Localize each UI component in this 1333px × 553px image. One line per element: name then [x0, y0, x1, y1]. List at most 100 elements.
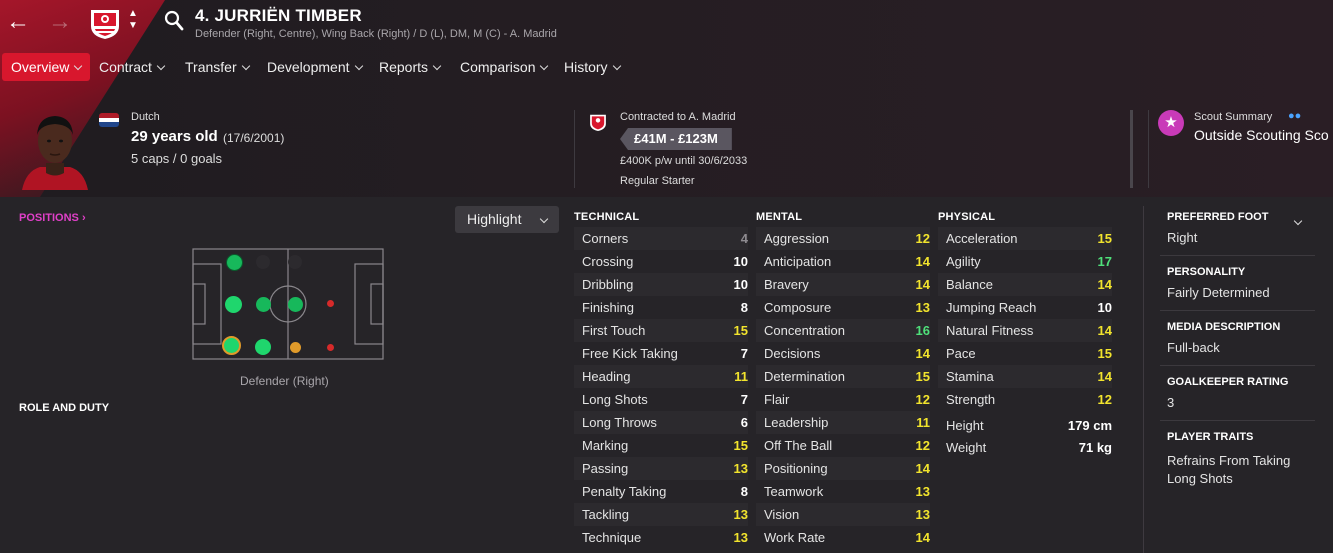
- position-marker[interactable]: [327, 300, 334, 307]
- attribute-row[interactable]: Stamina 14: [938, 365, 1112, 388]
- attribute-row[interactable]: Bravery 14: [756, 273, 930, 296]
- attribute-row[interactable]: Composure 13: [756, 296, 930, 319]
- position-marker[interactable]: [256, 297, 271, 312]
- attribute-name: Flair: [764, 392, 790, 407]
- attribute-name: Marking: [582, 438, 629, 453]
- attribute-name: Long Shots: [582, 392, 648, 407]
- attribute-value: 7: [740, 392, 748, 407]
- tab-label: Overview: [11, 59, 70, 75]
- attribute-value: 12: [915, 438, 930, 453]
- club-crest-icon[interactable]: [89, 6, 121, 40]
- attribute-value: 7: [740, 346, 748, 361]
- scrollbar[interactable]: [1130, 110, 1133, 188]
- position-marker[interactable]: [290, 342, 301, 353]
- tab-comparison[interactable]: Comparison: [460, 53, 549, 81]
- positions-header[interactable]: POSITIONS ›: [19, 212, 86, 224]
- attribute-row[interactable]: Balance 14: [938, 273, 1112, 296]
- position-marker[interactable]: [327, 344, 334, 351]
- attribute-value: 13: [733, 461, 748, 476]
- attribute-row[interactable]: Marking 15: [574, 434, 748, 457]
- attribute-row[interactable]: Free Kick Taking 7: [574, 342, 748, 365]
- attribute-row[interactable]: Teamwork 13: [756, 480, 930, 503]
- chevron-down-icon: [74, 61, 83, 71]
- attribute-row[interactable]: Corners 4: [574, 227, 748, 250]
- attribute-value: 13: [915, 507, 930, 522]
- chevron-down-icon: [156, 61, 166, 71]
- caps-value: 5 caps / 0 goals: [131, 151, 223, 166]
- wage-value: £400K p/w until 30/6/2033: [620, 155, 748, 167]
- attribute-row[interactable]: Pace 15: [938, 342, 1112, 365]
- attribute-name: Work Rate: [764, 530, 826, 545]
- position-marker[interactable]: [225, 296, 242, 313]
- tab-label: Development: [267, 59, 350, 75]
- attribute-row[interactable]: Passing 13: [574, 457, 748, 480]
- tab-transfer[interactable]: Transfer: [185, 53, 250, 81]
- attribute-row[interactable]: Anticipation 14: [756, 250, 930, 273]
- attribute-name: First Touch: [582, 323, 646, 338]
- attribute-row[interactable]: Determination 15: [756, 365, 930, 388]
- attribute-row[interactable]: Flair 12: [756, 388, 930, 411]
- attribute-row[interactable]: Positioning 14: [756, 457, 930, 480]
- player-trait[interactable]: Long Shots: [1167, 471, 1233, 486]
- attribute-name: Anticipation: [764, 254, 832, 269]
- attribute-name: Heading: [582, 369, 631, 384]
- player-trait[interactable]: Refrains From Taking: [1167, 453, 1290, 468]
- chevron-down-icon[interactable]: [1293, 211, 1303, 229]
- forward-arrow-icon[interactable]: →: [48, 8, 72, 36]
- search-icon[interactable]: [164, 10, 184, 32]
- attribute-row[interactable]: Technique 13: [574, 526, 748, 549]
- tab-reports[interactable]: Reports: [379, 53, 442, 81]
- position-marker[interactable]: [226, 254, 243, 271]
- preferred-foot-value: Right: [1167, 230, 1198, 245]
- attribute-row[interactable]: Jumping Reach 10: [938, 296, 1112, 319]
- attribute-value: 11: [916, 415, 930, 430]
- attribute-row[interactable]: Concentration 16: [756, 319, 930, 342]
- attribute-row[interactable]: Vision 13: [756, 503, 930, 526]
- highlight-dropdown[interactable]: Highlight: [455, 206, 559, 233]
- tab-contract[interactable]: Contract: [99, 53, 166, 81]
- attribute-row[interactable]: Dribbling 10: [574, 273, 748, 296]
- attribute-value: 14: [1097, 277, 1112, 292]
- attribute-row[interactable]: Leadership 11: [756, 411, 930, 434]
- player-avatar: [22, 116, 88, 190]
- position-marker-selected[interactable]: [222, 336, 241, 355]
- attribute-value: 14: [915, 530, 930, 545]
- tab-history[interactable]: History: [564, 53, 621, 81]
- attribute-row[interactable]: Crossing 10: [574, 250, 748, 273]
- attribute-name: Acceleration: [946, 231, 1018, 246]
- tab-label: Comparison: [460, 59, 536, 75]
- attribute-row[interactable]: Finishing 8: [574, 296, 748, 319]
- tab-development[interactable]: Development: [267, 53, 363, 81]
- attribute-row[interactable]: Strength 12: [938, 388, 1112, 411]
- attribute-value: 17: [1097, 254, 1112, 269]
- attribute-name: Balance: [946, 277, 993, 292]
- attribute-row[interactable]: Decisions 14: [756, 342, 930, 365]
- attribute-row[interactable]: Aggression 12: [756, 227, 930, 250]
- physical-title: PHYSICAL: [938, 211, 996, 223]
- attribute-row[interactable]: Natural Fitness 14: [938, 319, 1112, 342]
- attribute-row[interactable]: Long Throws 6: [574, 411, 748, 434]
- attribute-name: Passing: [582, 461, 629, 476]
- back-arrow-icon[interactable]: ←: [6, 8, 30, 36]
- personality-value: Fairly Determined: [1167, 285, 1270, 300]
- value-tag[interactable]: £41M - £123M: [620, 128, 732, 150]
- attribute-row[interactable]: First Touch 15: [574, 319, 748, 342]
- attribute-value: 14: [915, 461, 930, 476]
- attribute-row[interactable]: Long Shots 7: [574, 388, 748, 411]
- attribute-row[interactable]: Tackling 13: [574, 503, 748, 526]
- player-header: ← → ▲ ▼ 4. JURRIËN TIMBER Defender (Right…: [0, 0, 1333, 197]
- weight-row: Weight 71 kg: [938, 436, 1112, 459]
- tab-overview[interactable]: Overview: [2, 53, 91, 81]
- attribute-row[interactable]: Penalty Taking 8: [574, 480, 748, 503]
- attribute-name: Concentration: [764, 323, 845, 338]
- attribute-row[interactable]: Off The Ball 12: [756, 434, 930, 457]
- tab-label: Reports: [379, 59, 429, 75]
- attribute-row[interactable]: Agility 17: [938, 250, 1112, 273]
- attribute-row[interactable]: Heading 11: [574, 365, 748, 388]
- attribute-row[interactable]: Acceleration 15: [938, 227, 1112, 250]
- attribute-row[interactable]: Work Rate 14: [756, 526, 930, 549]
- position-marker[interactable]: [288, 297, 303, 312]
- player-switch-icon[interactable]: ▲ ▼: [128, 8, 138, 32]
- tab-label: History: [564, 59, 608, 75]
- position-marker[interactable]: [255, 339, 271, 355]
